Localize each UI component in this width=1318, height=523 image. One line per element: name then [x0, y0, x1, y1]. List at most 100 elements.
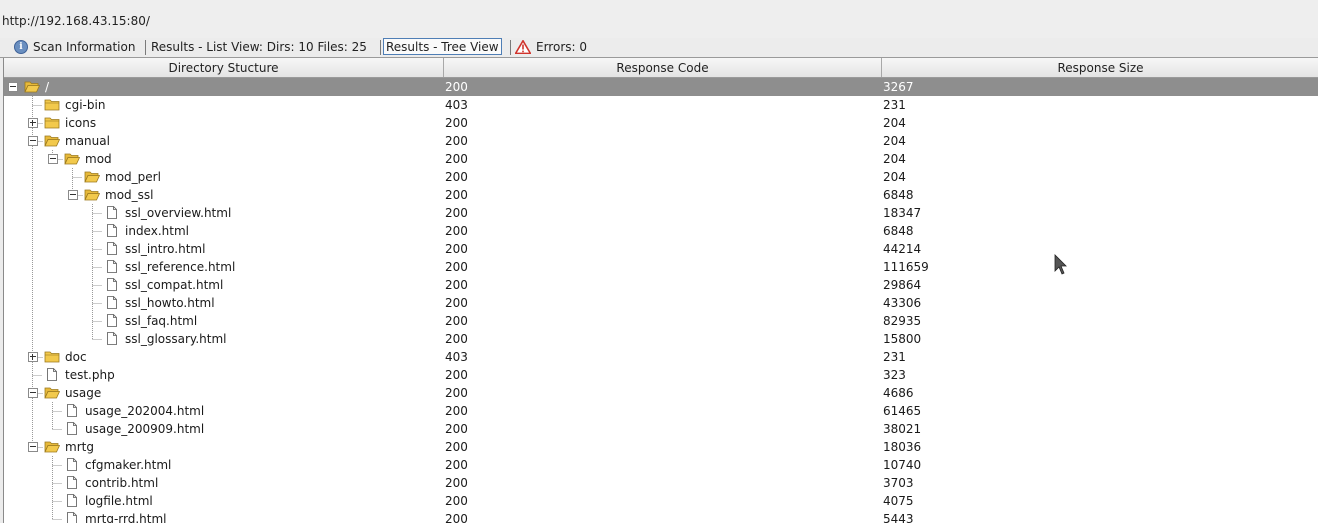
table-row[interactable]: ssl_compat.html 200 29864: [4, 276, 1318, 294]
tab-bar: i Scan Information Results - List View: …: [0, 37, 1318, 58]
folder-open-icon: [84, 188, 101, 201]
file-icon: [104, 278, 120, 291]
table-row[interactable]: usage_200909.html 200 38021: [4, 420, 1318, 438]
tree-node-name: ssl_glossary.html: [125, 332, 227, 346]
tree-node-name: ssl_howto.html: [125, 296, 215, 310]
column-header-response-code[interactable]: Response Code: [444, 58, 882, 77]
info-icon: i: [14, 40, 28, 54]
table-row[interactable]: icons 200 204: [4, 114, 1318, 132]
table-row[interactable]: usage_202004.html 200 61465: [4, 402, 1318, 420]
column-header-response-size[interactable]: Response Size: [882, 58, 1318, 77]
response-code-cell: 403: [445, 350, 468, 364]
response-code-cell: 200: [445, 386, 468, 400]
collapse-icon[interactable]: [8, 82, 18, 92]
response-code-cell: 200: [445, 188, 468, 202]
tree-node-name: cgi-bin: [65, 98, 106, 112]
response-size-cell: 3267: [883, 80, 914, 94]
collapse-icon[interactable]: [28, 442, 38, 452]
response-size-cell: 10740: [883, 458, 922, 472]
file-icon: [64, 476, 80, 489]
table-row[interactable]: index.html 200 6848: [4, 222, 1318, 240]
table-row[interactable]: cfgmaker.html 200 10740: [4, 456, 1318, 474]
response-code-cell: 200: [445, 80, 468, 94]
results-tree-table: Directory Stucture Response Code Respons…: [3, 58, 1318, 523]
response-code-cell: 200: [445, 440, 468, 454]
file-icon: [44, 368, 60, 381]
tab-label: Results - Tree View: [386, 39, 499, 54]
response-size-cell: 38021: [883, 422, 922, 436]
table-row[interactable]: ssl_howto.html 200 43306: [4, 294, 1318, 312]
expand-icon[interactable]: [28, 352, 38, 362]
response-size-cell: 111659: [883, 260, 929, 274]
tree-node-name: index.html: [125, 224, 189, 238]
column-header-directory-structure[interactable]: Directory Stucture: [4, 58, 444, 77]
tree-node-name: ssl_reference.html: [125, 260, 236, 274]
response-size-cell: 323: [883, 368, 906, 382]
collapse-icon[interactable]: [28, 388, 38, 398]
collapse-icon[interactable]: [48, 154, 58, 164]
expand-icon[interactable]: [28, 118, 38, 128]
response-size-cell: 204: [883, 152, 906, 166]
tree-node-name: manual: [65, 134, 110, 148]
file-icon: [104, 332, 120, 345]
response-size-cell: 231: [883, 350, 906, 364]
tab-separator: [380, 40, 381, 55]
table-row[interactable]: test.php 200 323: [4, 366, 1318, 384]
table-row[interactable]: manual 200 204: [4, 132, 1318, 150]
response-size-cell: 61465: [883, 404, 922, 418]
table-row[interactable]: ssl_reference.html 200 111659: [4, 258, 1318, 276]
table-row[interactable]: / 200 3267: [4, 78, 1318, 96]
url-text: http://192.168.43.15:80/: [2, 14, 150, 28]
tab-results-tree-view[interactable]: Results - Tree View: [383, 38, 502, 55]
tab-results-list-view[interactable]: Results - List View: Dirs: 10 Files: 25: [151, 39, 367, 55]
tab-label: Results - List View: Dirs: 10 Files: 25: [151, 40, 367, 54]
table-row[interactable]: ssl_overview.html 200 18347: [4, 204, 1318, 222]
response-code-cell: 200: [445, 422, 468, 436]
response-code-cell: 403: [445, 98, 468, 112]
tab-label: Scan Information: [33, 40, 136, 54]
table-row[interactable]: mod_ssl 200 6848: [4, 186, 1318, 204]
file-icon: [64, 422, 80, 435]
folder-open-icon: [44, 386, 61, 399]
response-size-cell: 3703: [883, 476, 914, 490]
response-size-cell: 18036: [883, 440, 922, 454]
response-code-cell: 200: [445, 476, 468, 490]
tree-node-name: mod_ssl: [105, 188, 154, 202]
folder-open-icon: [44, 134, 61, 147]
table-row[interactable]: doc 403 231: [4, 348, 1318, 366]
tab-separator: [510, 40, 511, 55]
mouse-cursor-icon: [1054, 254, 1067, 275]
table-row[interactable]: mrtg-rrd.html 200 5443: [4, 510, 1318, 523]
table-row[interactable]: ssl_faq.html 200 82935: [4, 312, 1318, 330]
response-size-cell: 4075: [883, 494, 914, 508]
table-row[interactable]: cgi-bin 403 231: [4, 96, 1318, 114]
table-row[interactable]: mrtg 200 18036: [4, 438, 1318, 456]
table-row[interactable]: contrib.html 200 3703: [4, 474, 1318, 492]
file-icon: [64, 404, 80, 417]
response-size-cell: 4686: [883, 386, 914, 400]
file-icon: [104, 260, 120, 273]
file-icon: [64, 512, 80, 523]
response-code-cell: 200: [445, 152, 468, 166]
tab-scan-information[interactable]: i Scan Information: [14, 39, 135, 55]
collapse-icon[interactable]: [28, 136, 38, 146]
file-icon: [64, 494, 80, 507]
table-row[interactable]: mod_perl 200 204: [4, 168, 1318, 186]
response-size-cell: 5443: [883, 512, 914, 523]
tree-node-name: ssl_faq.html: [125, 314, 198, 328]
tree-node-name: ssl_intro.html: [125, 242, 206, 256]
response-size-cell: 18347: [883, 206, 922, 220]
response-size-cell: 204: [883, 134, 906, 148]
tab-errors[interactable]: Errors: 0: [515, 39, 587, 55]
table-row[interactable]: ssl_intro.html 200 44214: [4, 240, 1318, 258]
file-icon: [64, 458, 80, 471]
response-code-cell: 200: [445, 260, 468, 274]
response-code-cell: 200: [445, 278, 468, 292]
collapse-icon[interactable]: [68, 190, 78, 200]
response-size-cell: 82935: [883, 314, 922, 328]
table-row[interactable]: usage 200 4686: [4, 384, 1318, 402]
table-row[interactable]: mod 200 204: [4, 150, 1318, 168]
response-code-cell: 200: [445, 242, 468, 256]
table-row[interactable]: ssl_glossary.html 200 15800: [4, 330, 1318, 348]
table-row[interactable]: logfile.html 200 4075: [4, 492, 1318, 510]
